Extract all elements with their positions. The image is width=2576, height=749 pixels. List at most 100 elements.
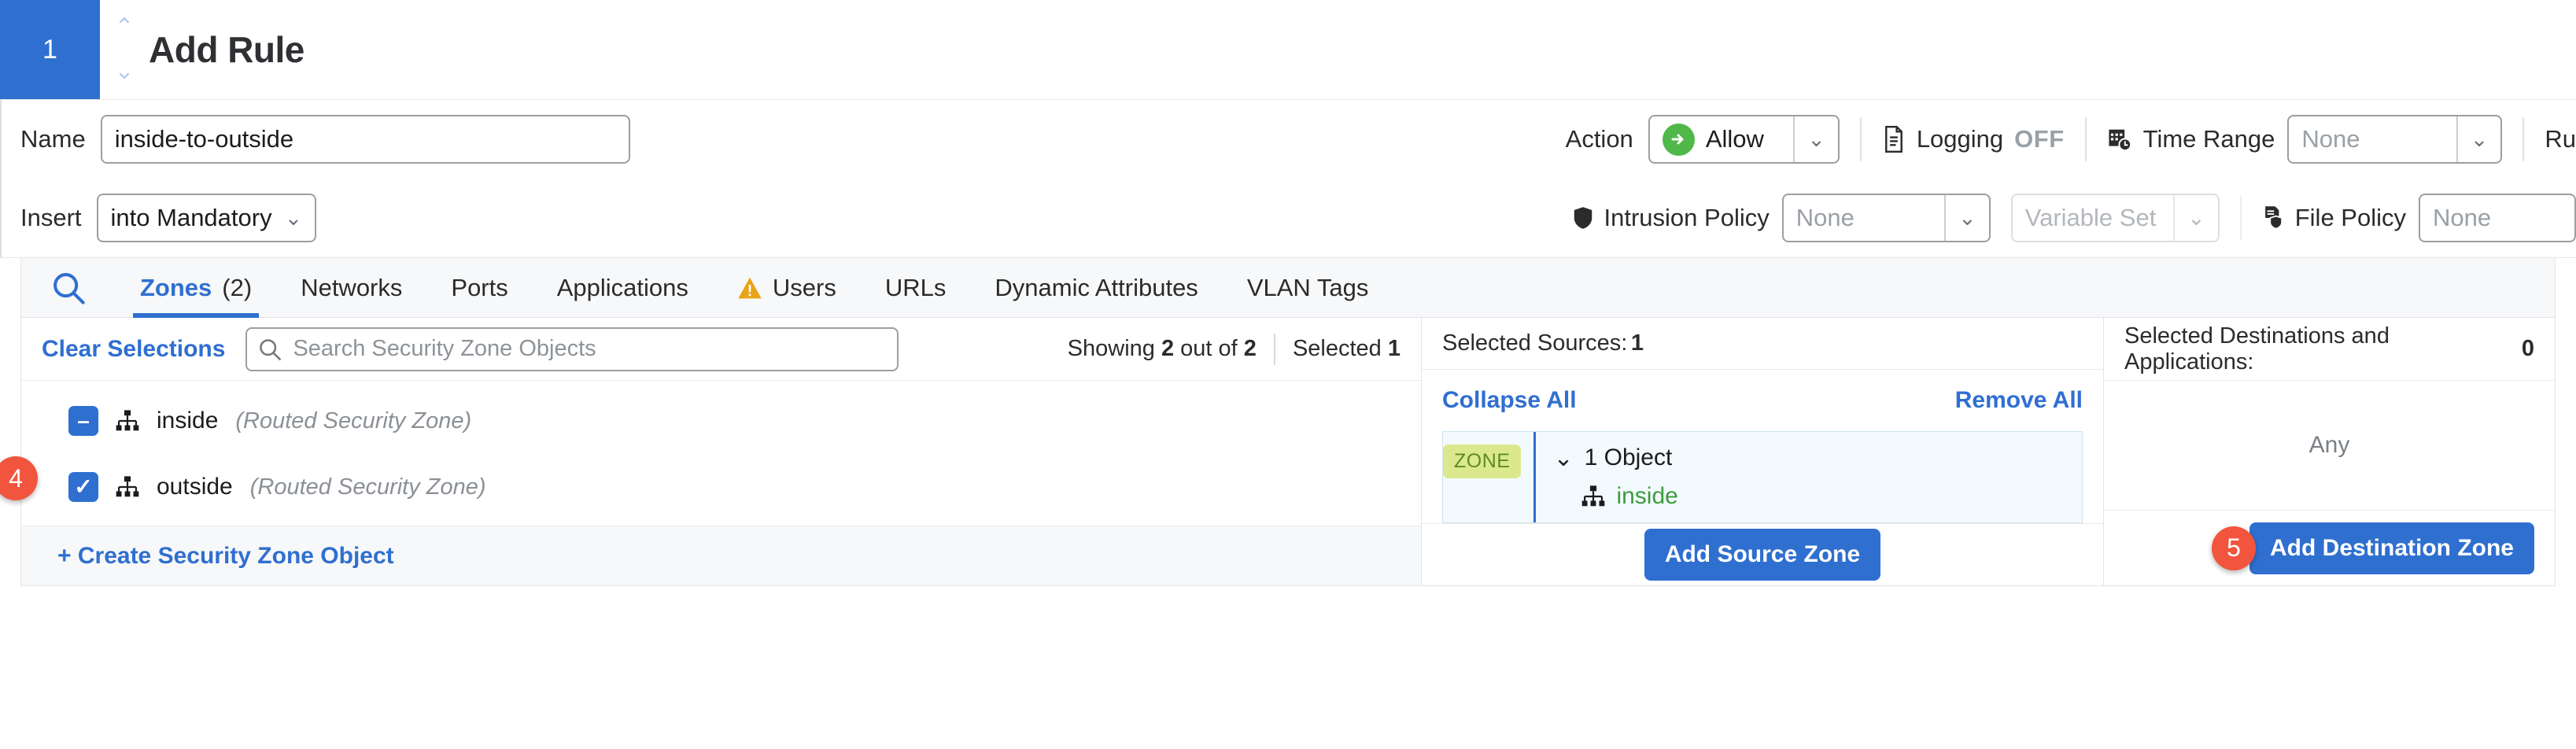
list-item[interactable]: – inside (Routed Security Zone) — [21, 393, 1421, 448]
chevron-down-icon[interactable]: ⌄ — [114, 60, 134, 83]
step-marker-label: 4 — [9, 464, 23, 493]
rule-number-badge: 1 — [0, 0, 100, 99]
add-source-zone-button[interactable]: Add Source Zone — [1644, 529, 1880, 581]
intrusion-policy-value: None — [1796, 204, 1854, 232]
create-zone-footer: + Create Security Zone Object — [21, 526, 1421, 585]
time-range-label: Time Range — [2143, 125, 2275, 153]
clear-selections-link[interactable]: Clear Selections — [42, 336, 225, 363]
variable-set-select[interactable]: Variable Set ⌄ — [2011, 194, 2220, 242]
chevron-down-icon: ⌄ — [2456, 116, 2501, 162]
available-objects-column: Clear Selections Showing 2 out of 2 Sele… — [21, 318, 1422, 585]
security-zone-icon — [116, 410, 139, 432]
insert-select[interactable]: into Mandatory ⌄ — [97, 194, 317, 242]
time-range-control: Time Range — [2107, 125, 2275, 153]
file-policy-select[interactable]: None — [2419, 194, 2576, 242]
showing-middle: out of — [1180, 336, 1238, 362]
tab-zones[interactable]: Zones (2) — [116, 258, 276, 317]
intrusion-policy-select[interactable]: None ⌄ — [1782, 194, 1991, 242]
logging-control[interactable]: Logging OFF — [1882, 125, 2065, 153]
selected-sources-label: Selected Sources: — [1442, 330, 1627, 356]
time-range-select[interactable]: None ⌄ — [2287, 115, 2502, 164]
intrusion-policy-control: Intrusion Policy — [1573, 204, 1770, 232]
file-policy-label: File Policy — [2295, 204, 2406, 232]
source-badge-wrap: ZONE — [1443, 432, 1533, 522]
tab-label: Zones — [140, 274, 212, 302]
source-object-name: inside — [1616, 483, 1677, 510]
search-icon — [258, 338, 282, 361]
tab-urls[interactable]: URLs — [861, 258, 971, 317]
zone-object-list: – inside (Routed Security Zone) — [21, 381, 1421, 526]
divider — [2240, 196, 2242, 240]
divider — [2085, 117, 2087, 161]
collapse-all-link[interactable]: Collapse All — [1442, 387, 1577, 414]
checkbox-mark: – — [77, 410, 90, 432]
variable-set-placeholder: Variable Set — [2025, 204, 2157, 232]
tab-count: (2) — [222, 274, 252, 302]
tab-label: Networks — [301, 274, 402, 302]
checkbox-mark: ✓ — [74, 476, 92, 498]
name-input[interactable] — [101, 115, 630, 164]
tab-label: VLAN Tags — [1247, 274, 1369, 302]
action-select[interactable]: Allow ⌄ — [1648, 115, 1840, 164]
file-policy-value: None — [2433, 204, 2491, 232]
conditions-tabbar: Zones (2) Networks Ports Applications Us… — [21, 258, 2555, 318]
intrusion-policy-label: Intrusion Policy — [1604, 204, 1770, 232]
rule-options-row-2: Intrusion Policy None ⌄ Variable Set ⌄ — [1566, 179, 2576, 257]
search-icon[interactable] — [21, 258, 116, 317]
source-object-main: ⌄ 1 Object — [1533, 432, 2082, 522]
page-title: Add Rule — [149, 0, 304, 99]
chevron-up-icon[interactable]: ⌃ — [114, 16, 134, 39]
shield-icon — [1573, 206, 1593, 230]
chevron-down-icon[interactable]: ⌄ — [1553, 445, 1573, 472]
showing-count: 2 — [1161, 336, 1174, 362]
action-select-value: Allow — [1706, 125, 1764, 153]
tab-networks[interactable]: Networks — [276, 258, 426, 317]
chevron-down-icon: ⌄ — [272, 208, 316, 229]
form-left-rail — [0, 100, 2, 257]
security-zone-icon — [1581, 485, 1605, 507]
tab-applications[interactable]: Applications — [533, 258, 713, 317]
tab-label: Ports — [451, 274, 507, 302]
tab-label: URLs — [885, 274, 947, 302]
zone-checkbox-inside[interactable]: – — [68, 406, 98, 436]
add-source-zone-bar: Add Source Zone — [1422, 523, 2103, 585]
showing-prefix: Showing — [1068, 336, 1155, 362]
conditions-columns: Clear Selections Showing 2 out of 2 Sele… — [21, 318, 2555, 585]
available-counts: Showing 2 out of 2 Selected 1 — [1068, 334, 1401, 365]
rule-number-value: 1 — [42, 35, 57, 65]
zone-checkbox-outside[interactable]: ✓ — [68, 472, 98, 502]
source-object-header[interactable]: ⌄ 1 Object — [1553, 445, 2082, 472]
security-zone-icon — [116, 476, 139, 498]
allow-arrow-icon — [1663, 124, 1695, 156]
selected-count: 1 — [1388, 336, 1401, 362]
file-policy-control: File Policy — [2262, 204, 2406, 232]
rule-header: 1 ⌃ ⌄ Add Rule — [0, 0, 2576, 100]
time-range-value: None — [2301, 125, 2360, 153]
available-toolbar: Clear Selections Showing 2 out of 2 Sele… — [21, 318, 1421, 381]
chevron-down-icon: ⌄ — [1944, 195, 1989, 241]
tab-dynamic-attributes[interactable]: Dynamic Attributes — [970, 258, 1222, 317]
destinations-empty-text: Any — [2104, 381, 2555, 510]
tab-users[interactable]: Users — [713, 258, 861, 317]
remove-all-link[interactable]: Remove All — [1955, 387, 2083, 414]
sources-actions: Collapse All Remove All — [1442, 370, 2083, 431]
tab-ports[interactable]: Ports — [426, 258, 532, 317]
logging-value: OFF — [2014, 125, 2065, 153]
rule-options: Action Allow ⌄ — [1566, 100, 2576, 257]
tab-label: Users — [773, 274, 836, 302]
search-zone-objects-box[interactable] — [245, 327, 899, 371]
source-object-item: inside — [1553, 483, 2082, 510]
calendar-clock-icon — [2107, 127, 2132, 152]
create-security-zone-object-link[interactable]: + Create Security Zone Object — [57, 543, 394, 570]
tab-vlan-tags[interactable]: VLAN Tags — [1223, 258, 1393, 317]
selected-destinations-column: Selected Destinations and Applications: … — [2104, 318, 2555, 585]
zone-name: inside — [157, 408, 218, 434]
add-destination-zone-button[interactable]: Add Destination Zone — [2249, 522, 2534, 574]
zone-type: (Routed Security Zone) — [250, 474, 486, 500]
tab-label: Applications — [557, 274, 688, 302]
step-marker-label: 5 — [2227, 533, 2241, 563]
selected-destinations-header: Selected Destinations and Applications: … — [2104, 318, 2555, 381]
search-input[interactable] — [291, 335, 886, 363]
tab-label: Dynamic Attributes — [995, 274, 1198, 302]
list-item[interactable]: ✓ outside (Routed Security Zone) — [21, 459, 1421, 515]
